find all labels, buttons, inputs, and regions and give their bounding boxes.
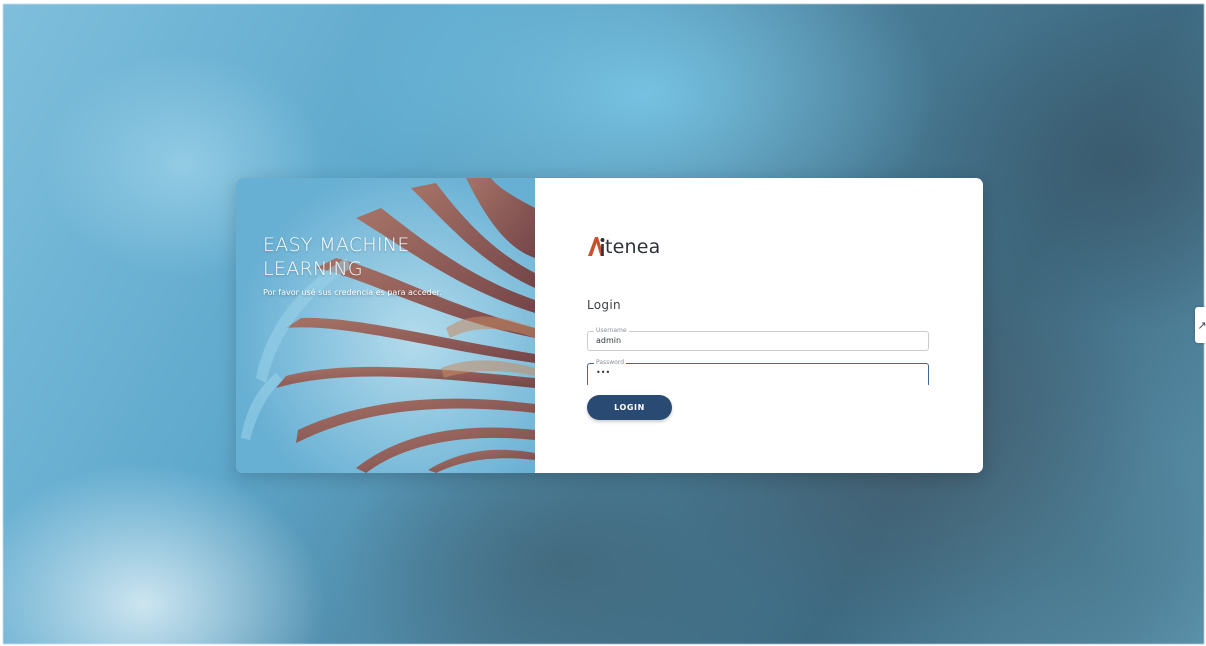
password-label: Password <box>594 358 627 367</box>
logo-text: tenea <box>605 236 661 258</box>
password-field[interactable]: Password ••• <box>587 358 929 385</box>
username-input[interactable] <box>596 336 916 346</box>
username-field[interactable]: Username <box>587 326 929 351</box>
nautilus-image <box>236 178 535 473</box>
username-label: Username <box>594 326 629 335</box>
password-input[interactable]: ••• <box>596 368 916 378</box>
expand-icon: ↗ <box>1197 318 1206 332</box>
login-form: tenea Login Username Password ••• LOGIN <box>535 178 983 473</box>
login-button[interactable]: LOGIN <box>587 395 672 420</box>
login-page: ↗ EASY MACHINE LEARNING Por favor usé su… <box>0 0 1206 646</box>
hero-title: EASY MACHINE LEARNING <box>263 234 410 280</box>
brand-logo: tenea <box>587 230 661 258</box>
logo-mark-icon <box>588 237 605 256</box>
side-panel-toggle[interactable]: ↗ <box>1195 307 1206 343</box>
hero-subtitle: Por favor usé sus credencia es para acce… <box>263 288 442 297</box>
login-heading: Login <box>587 298 621 312</box>
hero-panel: EASY MACHINE LEARNING Por favor usé sus … <box>236 178 535 473</box>
login-card: EASY MACHINE LEARNING Por favor usé sus … <box>236 178 983 473</box>
